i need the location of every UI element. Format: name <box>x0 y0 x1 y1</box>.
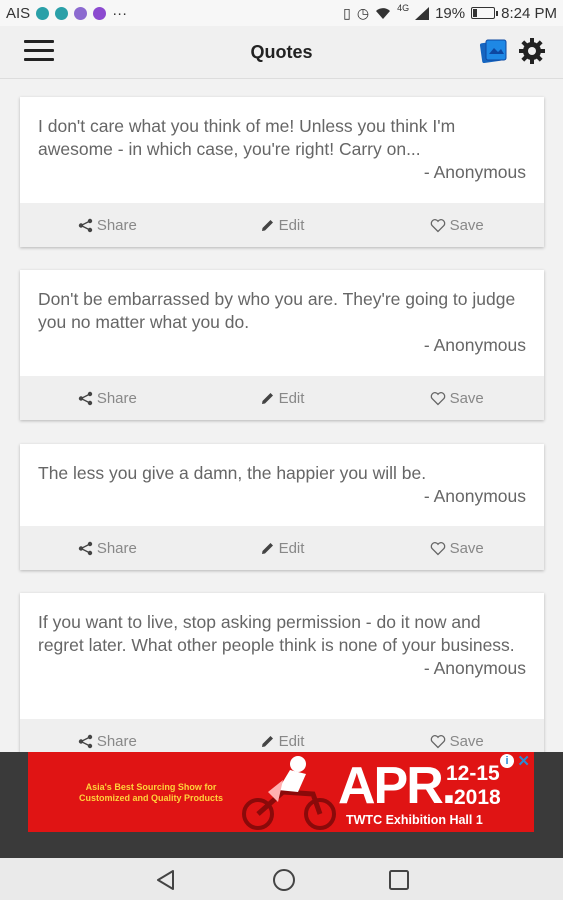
hamburger-menu-icon[interactable] <box>24 40 54 62</box>
quote-card: If you want to live, stop asking permiss… <box>20 593 544 752</box>
clock: 8:24 PM <box>501 4 557 22</box>
app-notification-icon <box>36 6 50 20</box>
heart-icon <box>430 541 445 555</box>
motorcycle-rider-icon <box>242 756 336 830</box>
share-button[interactable]: Share <box>20 217 195 234</box>
save-label: Save <box>449 732 484 750</box>
network-type-label: 4G <box>397 3 410 13</box>
share-button[interactable]: Share <box>20 390 195 407</box>
alarm-icon: ◷ <box>356 4 370 21</box>
messenger-notification-icon <box>74 6 88 20</box>
quote-actions: Share Edit Save <box>20 719 544 752</box>
ad-close-icon[interactable]: ✕ <box>517 752 530 770</box>
heart-icon <box>430 391 445 405</box>
edit-label: Edit <box>278 539 305 557</box>
status-bar: AIS ··· ▯ ◷ 4G 19% 8:24 PM <box>0 0 563 26</box>
wifi-icon <box>376 7 391 19</box>
quote-author: - Anonymous <box>423 486 526 506</box>
quote-text: The less you give a damn, the happier yo… <box>38 463 427 483</box>
edit-button[interactable]: Edit <box>195 217 370 234</box>
home-icon[interactable] <box>272 868 296 892</box>
system-nav-bar <box>0 858 563 900</box>
more-notifications-icon: ··· <box>112 4 128 22</box>
edit-button[interactable]: Edit <box>195 733 370 750</box>
pencil-icon <box>261 392 273 404</box>
battery-percent: 19% <box>435 4 466 22</box>
vibrate-icon: ▯ <box>343 4 351 21</box>
ad-month: APR. <box>338 757 456 815</box>
save-label: Save <box>449 389 484 407</box>
edit-button[interactable]: Edit <box>195 540 370 557</box>
quote-text: Don't be embarrassed by who you are. The… <box>38 289 516 332</box>
page-title: Quotes <box>250 41 313 62</box>
heart-icon <box>430 734 445 748</box>
quote-author: - Anonymous <box>423 162 526 182</box>
quote-card: Don't be embarrassed by who you are. The… <box>20 270 544 420</box>
quote-text: I don't care what you think of me! Unles… <box>38 116 456 159</box>
share-label: Share <box>96 216 137 234</box>
app-bar: Quotes <box>0 26 563 79</box>
share-icon <box>78 734 93 748</box>
messenger-notification-icon <box>93 6 107 20</box>
save-button[interactable]: Save <box>369 390 544 407</box>
share-label: Share <box>96 389 137 407</box>
quote-actions: Share Edit Save <box>20 376 544 420</box>
quote-author: - Anonymous <box>423 658 526 678</box>
quote-actions: Share Edit Save <box>20 526 544 570</box>
share-label: Share <box>96 539 137 557</box>
edit-label: Edit <box>278 732 305 750</box>
share-icon <box>78 391 93 405</box>
edit-label: Edit <box>278 216 305 234</box>
ad-container: Asia's Best Sourcing Show for Customized… <box>0 752 563 858</box>
ad-venue: TWTC Exhibition Hall 1 <box>346 813 483 827</box>
ad-tagline: Asia's Best Sourcing Show for Customized… <box>78 782 224 803</box>
carrier-label: AIS <box>6 4 31 22</box>
signal-icon <box>415 6 430 20</box>
ad-year: 2018 <box>454 786 501 809</box>
edit-button[interactable]: Edit <box>195 390 370 407</box>
share-button[interactable]: Share <box>20 540 195 557</box>
gear-icon[interactable] <box>517 36 547 66</box>
save-button[interactable]: Save <box>369 540 544 557</box>
quote-card: I don't care what you think of me! Unles… <box>20 97 544 247</box>
share-icon <box>78 218 93 232</box>
quote-card: The less you give a damn, the happier yo… <box>20 444 544 570</box>
quote-actions: Share Edit Save <box>20 203 544 247</box>
chat-notification-icon <box>55 6 69 20</box>
save-label: Save <box>449 539 484 557</box>
quote-text: If you want to live, stop asking permiss… <box>38 612 515 655</box>
edit-label: Edit <box>278 389 305 407</box>
save-label: Save <box>449 216 484 234</box>
share-label: Share <box>96 732 137 750</box>
back-icon[interactable] <box>155 869 177 891</box>
save-button[interactable]: Save <box>369 733 544 750</box>
pencil-icon <box>261 735 273 747</box>
pencil-icon <box>261 219 273 231</box>
recent-apps-icon[interactable] <box>388 869 410 891</box>
pencil-icon <box>261 542 273 554</box>
quotes-list[interactable]: I don't care what you think of me! Unles… <box>0 78 563 752</box>
battery-icon <box>471 7 499 19</box>
heart-icon <box>430 218 445 232</box>
ad-dates: 12-15 <box>446 762 500 785</box>
ad-info-icon[interactable]: i <box>500 754 514 768</box>
save-button[interactable]: Save <box>369 217 544 234</box>
share-button[interactable]: Share <box>20 733 195 750</box>
quote-cards-icon[interactable] <box>478 36 508 66</box>
quote-author: - Anonymous <box>423 335 526 355</box>
ad-banner[interactable]: Asia's Best Sourcing Show for Customized… <box>28 752 534 832</box>
share-icon <box>78 541 93 555</box>
